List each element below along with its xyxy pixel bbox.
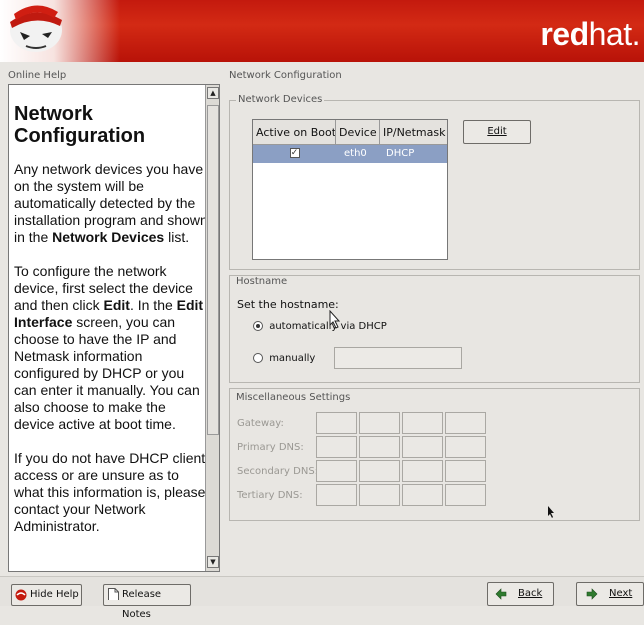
secondary-dns-octet-1[interactable] <box>316 460 357 482</box>
radio-auto-dhcp[interactable]: automatically via DHCP <box>253 321 387 332</box>
radio-auto-label: automatically via DHCP <box>269 321 387 332</box>
gateway-octet-2[interactable] <box>359 412 400 434</box>
arrow-left-icon <box>495 588 507 600</box>
network-devices-list[interactable]: Active on Boot Device IP/Netmask ✓ eth0 … <box>252 119 448 260</box>
primary-dns-octet-2[interactable] <box>359 436 400 458</box>
gateway-octet-3[interactable] <box>402 412 443 434</box>
network-config-label: Network Configuration <box>229 70 342 81</box>
device-cell: eth0 <box>344 148 367 159</box>
next-button[interactable]: Next <box>576 582 644 606</box>
online-help-label: Online Help <box>8 70 67 81</box>
redhat-icon <box>15 589 27 601</box>
tertiary-dns-octet-2[interactable] <box>359 484 400 506</box>
edit-button[interactable]: Edit <box>463 120 531 144</box>
back-button[interactable]: Back <box>487 582 554 606</box>
misc-settings-legend: Miscellaneous Settings <box>236 392 351 403</box>
next-label: Next <box>609 588 633 599</box>
release-notes-button[interactable]: Release Notes <box>103 584 191 620</box>
tertiary-dns-label: Tertiary DNS: <box>237 490 303 501</box>
shadowman-icon <box>10 5 62 52</box>
arrow-right-icon <box>586 588 598 600</box>
redhat-wordmark: redhat. <box>540 16 640 52</box>
hostname-input[interactable] <box>334 347 462 369</box>
radio-manual-label: manually <box>269 353 316 364</box>
primary-dns-octet-1[interactable] <box>316 436 357 458</box>
radio-manual-icon[interactable] <box>253 353 263 363</box>
tertiary-dns-octet-3[interactable] <box>402 484 443 506</box>
table-row[interactable]: ✓ eth0 DHCP <box>253 145 447 163</box>
hostname-legend: Hostname <box>236 276 288 287</box>
document-icon <box>108 588 119 600</box>
help-paragraph-1: Any network devices you have on the syst… <box>14 161 208 245</box>
back-label: Back <box>518 588 543 599</box>
hide-help-button[interactable]: Hide Help <box>11 584 82 606</box>
active-checkbox[interactable]: ✓ <box>289 148 300 158</box>
help-title: Network Configuration <box>14 103 146 147</box>
scroll-down-icon[interactable]: ▼ <box>207 556 219 568</box>
primary-dns-octet-4[interactable] <box>445 436 486 458</box>
list-header: Active on Boot Device IP/Netmask <box>253 120 447 145</box>
scroll-thumb[interactable] <box>207 105 219 435</box>
primary-dns-octet-3[interactable] <box>402 436 443 458</box>
cursor-icon <box>329 310 341 329</box>
online-help-text: Network Configuration Any network device… <box>14 103 208 552</box>
network-devices-legend: Network Devices <box>236 94 325 105</box>
hostname-prompt: Set the hostname: <box>237 298 339 311</box>
secondary-dns-octet-4[interactable] <box>445 460 486 482</box>
redhat-banner: redhat. <box>0 0 644 62</box>
help-paragraph-2: To configure the network device, first s… <box>14 263 204 432</box>
help-scrollbar[interactable]: ▲ ▼ <box>205 85 219 571</box>
secondary-dns-octet-3[interactable] <box>402 460 443 482</box>
shadowman-logo <box>0 0 120 62</box>
primary-dns-label: Primary DNS: <box>237 442 304 453</box>
column-header-ip[interactable]: IP/Netmask <box>380 120 447 144</box>
ip-cell: DHCP <box>386 148 415 159</box>
active-on-boot-cell[interactable]: ✓ <box>253 145 336 163</box>
radio-auto-icon[interactable] <box>253 321 263 331</box>
tertiary-dns-octet-4[interactable] <box>445 484 486 506</box>
pointer-icon <box>548 506 554 518</box>
release-notes-label: Release Notes <box>122 589 162 620</box>
column-header-active[interactable]: Active on Boot <box>253 120 336 144</box>
gateway-octet-1[interactable] <box>316 412 357 434</box>
help-paragraph-3: If you do not have DHCP client access or… <box>14 450 206 534</box>
gateway-label: Gateway: <box>237 418 284 429</box>
tertiary-dns-octet-1[interactable] <box>316 484 357 506</box>
gateway-octet-4[interactable] <box>445 412 486 434</box>
scroll-up-icon[interactable]: ▲ <box>207 87 219 99</box>
radio-manual[interactable]: manually <box>253 353 315 364</box>
column-header-device[interactable]: Device <box>336 120 380 144</box>
ip-entry-grid <box>316 412 488 512</box>
secondary-dns-label: Secondary DNS: <box>237 466 319 477</box>
hide-help-label: Hide Help <box>30 589 79 600</box>
secondary-dns-octet-2[interactable] <box>359 460 400 482</box>
